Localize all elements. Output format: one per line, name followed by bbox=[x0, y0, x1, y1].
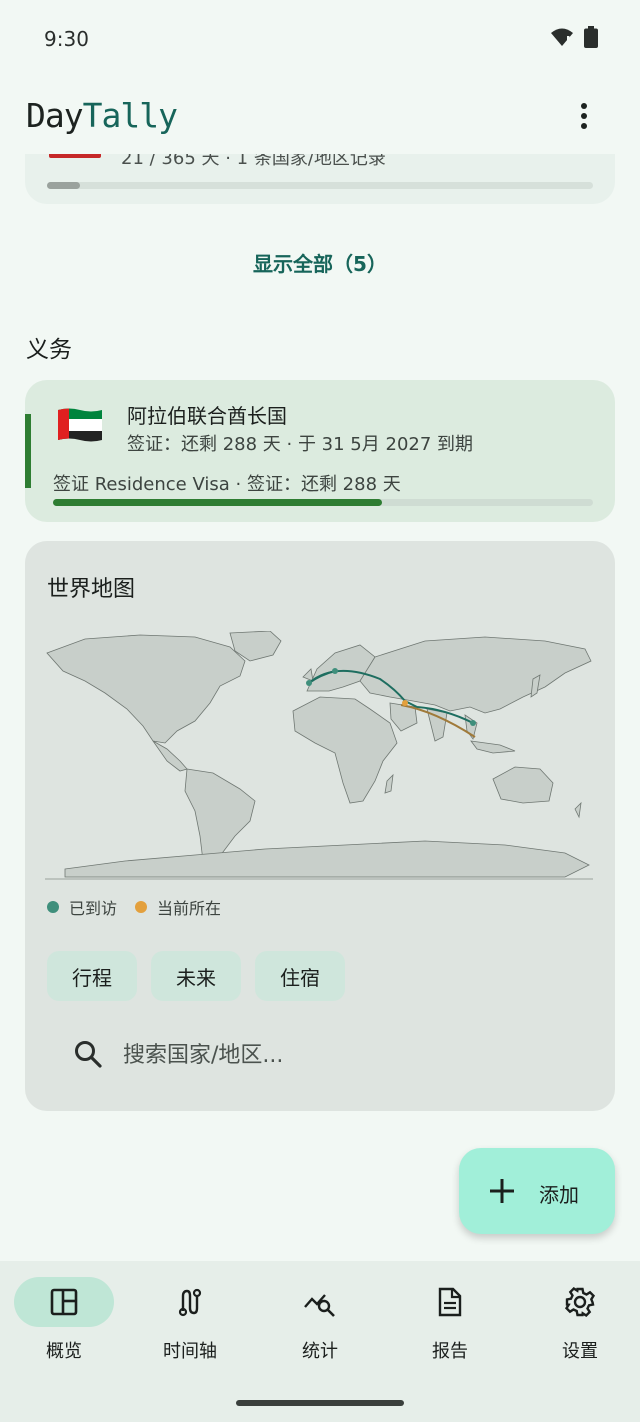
logo-tally: Tally bbox=[82, 96, 178, 135]
obligation-detail: 签证 Residence Visa · 签证：还剩 288 天 bbox=[53, 474, 401, 495]
obligation-card[interactable]: 阿拉伯联合酋长国 签证：还剩 288 天 · 于 31 5月 2027 到期 签… bbox=[25, 380, 615, 522]
nav-statistics-label: 统计 bbox=[302, 1341, 338, 1362]
status-icons bbox=[550, 26, 598, 48]
country-search bbox=[47, 1019, 593, 1089]
status-bar: 9:30 bbox=[0, 0, 640, 78]
obligation-progress-fill bbox=[53, 499, 383, 506]
nav-overview[interactable]: 概览 bbox=[0, 1261, 128, 1371]
gear-icon bbox=[564, 1286, 596, 1318]
nav-settings[interactable]: 设置 bbox=[516, 1261, 640, 1371]
world-map-title: 世界地图 bbox=[47, 577, 136, 602]
world-map-card: 世界地图 已到访 当前所在 行程 未来 住宿 搜索国家/地区... bbox=[25, 541, 615, 1111]
nav-overview-indicator bbox=[14, 1277, 114, 1327]
map-legend: 已到访 当前所在 bbox=[47, 895, 239, 919]
bottom-navigation: 概览 时间轴 统计 报告 设置 bbox=[0, 1261, 640, 1422]
nav-settings-label: 设置 bbox=[562, 1341, 598, 1362]
search-input[interactable] bbox=[121, 1034, 565, 1076]
legend-visited: 已到访 bbox=[47, 895, 117, 919]
status-time: 9:30 bbox=[44, 27, 89, 51]
map-filter-chips: 行程 未来 住宿 bbox=[47, 951, 345, 1001]
wifi-icon bbox=[551, 28, 573, 46]
obligation-accent-bar bbox=[25, 414, 31, 488]
obligation-subtitle: 签证：还剩 288 天 · 于 31 5月 2027 到期 bbox=[127, 434, 474, 455]
more-options-icon[interactable] bbox=[572, 100, 596, 132]
nav-timeline-label: 时间轴 bbox=[163, 1341, 217, 1362]
nav-timeline[interactable]: 时间轴 bbox=[126, 1261, 254, 1371]
nav-reports[interactable]: 报告 bbox=[386, 1261, 514, 1371]
add-button[interactable]: 添加 bbox=[459, 1148, 615, 1234]
search-icon bbox=[75, 1041, 102, 1068]
nav-overview-label: 概览 bbox=[46, 1341, 82, 1362]
analytics-icon bbox=[304, 1294, 335, 1317]
legend-current: 当前所在 bbox=[135, 895, 221, 919]
plus-icon bbox=[490, 1179, 514, 1203]
obligations-section-title: 义务 bbox=[26, 337, 72, 363]
chip-accommodation[interactable]: 住宿 bbox=[255, 951, 345, 1001]
chip-trips[interactable]: 行程 bbox=[47, 951, 137, 1001]
legend-visited-label: 已到访 bbox=[69, 899, 118, 918]
show-all-button[interactable]: 显示全部（5） bbox=[0, 248, 640, 277]
legend-current-label: 当前所在 bbox=[157, 899, 222, 918]
route-icon bbox=[178, 1288, 202, 1317]
previous-card-progress-fill bbox=[47, 182, 80, 189]
previous-card-progress bbox=[47, 182, 593, 189]
battery-icon bbox=[584, 26, 598, 48]
gesture-bar bbox=[236, 1400, 404, 1406]
obligation-country: 阿拉伯联合酋长国 bbox=[127, 404, 287, 428]
obligation-progress bbox=[53, 499, 593, 506]
document-icon bbox=[438, 1287, 462, 1317]
nav-reports-label: 报告 bbox=[432, 1341, 468, 1362]
visited-dot-icon bbox=[47, 901, 59, 913]
uae-flag-icon bbox=[58, 408, 102, 442]
logo-day: Day bbox=[26, 96, 84, 135]
add-button-label: 添加 bbox=[539, 1183, 579, 1207]
current-dot-icon bbox=[135, 901, 148, 913]
app-logo: DayTally bbox=[26, 96, 178, 135]
nav-statistics[interactable]: 统计 bbox=[256, 1261, 384, 1371]
world-map[interactable] bbox=[45, 631, 593, 881]
dashboard-icon bbox=[50, 1288, 78, 1316]
chip-future[interactable]: 未来 bbox=[151, 951, 241, 1001]
app-bar: DayTally bbox=[0, 78, 640, 154]
